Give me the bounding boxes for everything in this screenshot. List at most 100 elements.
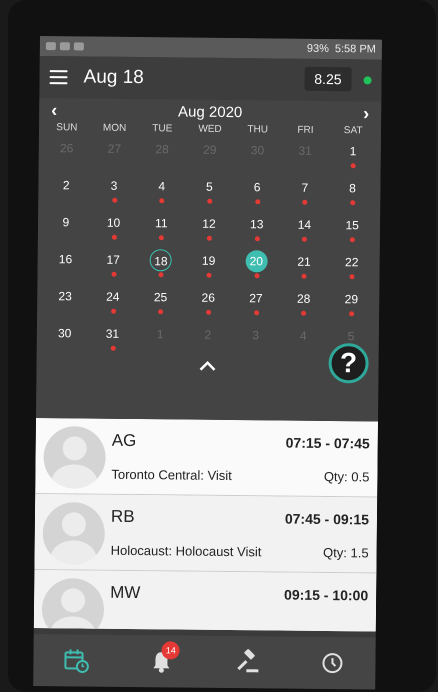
calendar-day[interactable]: 28 (138, 134, 186, 171)
calendar-day[interactable]: 14 (280, 210, 328, 247)
day-number: 21 (297, 254, 311, 269)
notification-icons (45, 42, 84, 51)
weekday-label: FRI (297, 124, 314, 136)
appointment-time: 09:15 - 10:00 (284, 586, 369, 604)
tab-calendar[interactable] (56, 642, 96, 678)
appointment-description: Holocaust: Holocaust Visit (110, 542, 262, 560)
calendar-day[interactable]: 29 (186, 135, 234, 172)
calendar-day[interactable]: 31 (88, 319, 136, 356)
calendar-day[interactable]: 10 (90, 208, 138, 245)
calendar-day[interactable]: 2 (184, 320, 232, 357)
tab-notifications[interactable]: 14 (142, 641, 182, 679)
event-dot-icon (301, 310, 307, 316)
calendar-day[interactable]: 13 (233, 209, 281, 246)
event-dot-icon (350, 200, 356, 206)
calendar-clock-icon (64, 649, 89, 673)
notification-badge: 14 (161, 641, 180, 660)
next-month-button[interactable]: › (363, 103, 369, 124)
calendar-day[interactable]: 17 (89, 245, 137, 282)
calendar-day-selected[interactable]: 20 (232, 246, 280, 283)
calendar-day-today[interactable]: 18 (137, 245, 185, 282)
calendar-day[interactable]: 21 (280, 247, 328, 284)
calendar-day[interactable]: 4 (138, 171, 186, 208)
day-number: 31 (105, 326, 120, 341)
day-number: 2 (62, 178, 70, 193)
chevron-up-icon (199, 361, 216, 371)
client-initials: AG (111, 430, 137, 451)
calendar: ‹ Aug 2020 › SUN MON TUE WED THU FRI SAT 26 27 2… (35, 97, 382, 422)
calendar-day[interactable]: 6 (233, 172, 281, 209)
appointment-time: 07:45 - 09:15 (284, 510, 370, 528)
calendar-day[interactable]: 16 (41, 244, 89, 281)
day-number: 28 (155, 142, 169, 157)
calendar-day[interactable]: 23 (41, 281, 89, 318)
calendar-day[interactable]: 7 (281, 173, 329, 210)
calendar-day[interactable]: 2 (42, 170, 90, 207)
day-number: 20 (245, 250, 268, 273)
day-number: 1 (349, 144, 357, 159)
calendar-day[interactable]: 3 (90, 171, 138, 208)
event-dot-icon (349, 311, 355, 317)
calendar-day[interactable]: 30 (41, 318, 89, 355)
calendar-day[interactable]: 3 (231, 320, 279, 357)
calendar-day[interactable]: 29 (327, 284, 375, 321)
event-dot-icon (349, 237, 356, 243)
calendar-day[interactable]: 1 (329, 136, 377, 173)
client-initials: RB (110, 506, 135, 527)
appointment-row[interactable]: RB 07:45 - 09:15 Holocaust: Holocaust Visi… (34, 493, 378, 574)
appointment-quantity: Qty: 0.5 (323, 468, 370, 485)
appointment-description: Toronto Central: Visit (111, 466, 232, 484)
appointment-row[interactable]: MW 09:15 - 10:00 (33, 569, 377, 632)
calendar-day[interactable]: 26 (184, 283, 232, 320)
help-button[interactable]: ? (328, 343, 369, 384)
day-number: 27 (107, 141, 122, 156)
event-dot-icon (158, 272, 164, 278)
calendar-day[interactable]: 31 (281, 136, 329, 173)
calendar-day[interactable]: 30 (233, 135, 281, 172)
appointment-row[interactable]: AG 07:15 - 07:45 Toronto Central: Visit Qty… (35, 417, 378, 498)
day-number: 9 (62, 215, 70, 230)
appointment-list: AG 07:15 - 07:45 Toronto Central: Visit Qty… (33, 417, 378, 632)
event-dot-icon (110, 345, 116, 351)
status-right: 93% 5:58 PM (307, 43, 376, 56)
day-number: 4 (299, 328, 307, 343)
prev-month-button[interactable]: ‹ (51, 100, 57, 121)
day-number: 30 (250, 143, 265, 158)
calendar-day[interactable]: 4 (279, 321, 327, 358)
calendar-day[interactable]: 9 (42, 207, 90, 244)
appointment-time: 07:15 - 07:45 (285, 434, 370, 452)
tab-auction[interactable] (227, 644, 267, 680)
event-dot-icon (254, 199, 261, 205)
day-number: 14 (297, 217, 312, 232)
calendar-day[interactable]: 28 (280, 284, 328, 321)
calendar-day[interactable]: 24 (89, 282, 137, 319)
calendar-day[interactable]: 11 (137, 208, 185, 245)
event-dot-icon (111, 197, 117, 203)
avatar (43, 426, 106, 489)
collapse-calendar-button[interactable] (36, 357, 378, 379)
event-dot-icon (110, 308, 116, 314)
menu-icon[interactable] (49, 70, 68, 85)
calendar-day[interactable]: 15 (328, 210, 376, 247)
calendar-day[interactable]: 19 (185, 246, 233, 283)
gavel-icon (237, 649, 259, 673)
weekday-label: SAT (343, 125, 363, 137)
day-number: 16 (58, 252, 73, 267)
calendar-day[interactable]: 25 (136, 282, 184, 319)
calendar-day[interactable]: 5 (185, 172, 233, 209)
calendar-day[interactable]: 12 (185, 209, 233, 246)
day-number: 17 (106, 252, 120, 267)
day-number: 19 (201, 253, 216, 268)
event-dot-icon (206, 235, 212, 241)
calendar-day[interactable]: 27 (90, 134, 138, 171)
event-dot-icon (159, 198, 165, 204)
calendar-day[interactable]: 8 (328, 173, 376, 210)
day-number: 25 (153, 290, 168, 305)
battery-percent: 93% (306, 42, 329, 56)
calendar-day[interactable]: 22 (328, 247, 376, 284)
tab-history[interactable] (313, 645, 353, 681)
calendar-day[interactable]: 1 (136, 319, 184, 356)
calendar-day[interactable]: 27 (232, 283, 280, 320)
event-dot-icon (207, 198, 213, 204)
calendar-day[interactable]: 26 (43, 133, 91, 170)
